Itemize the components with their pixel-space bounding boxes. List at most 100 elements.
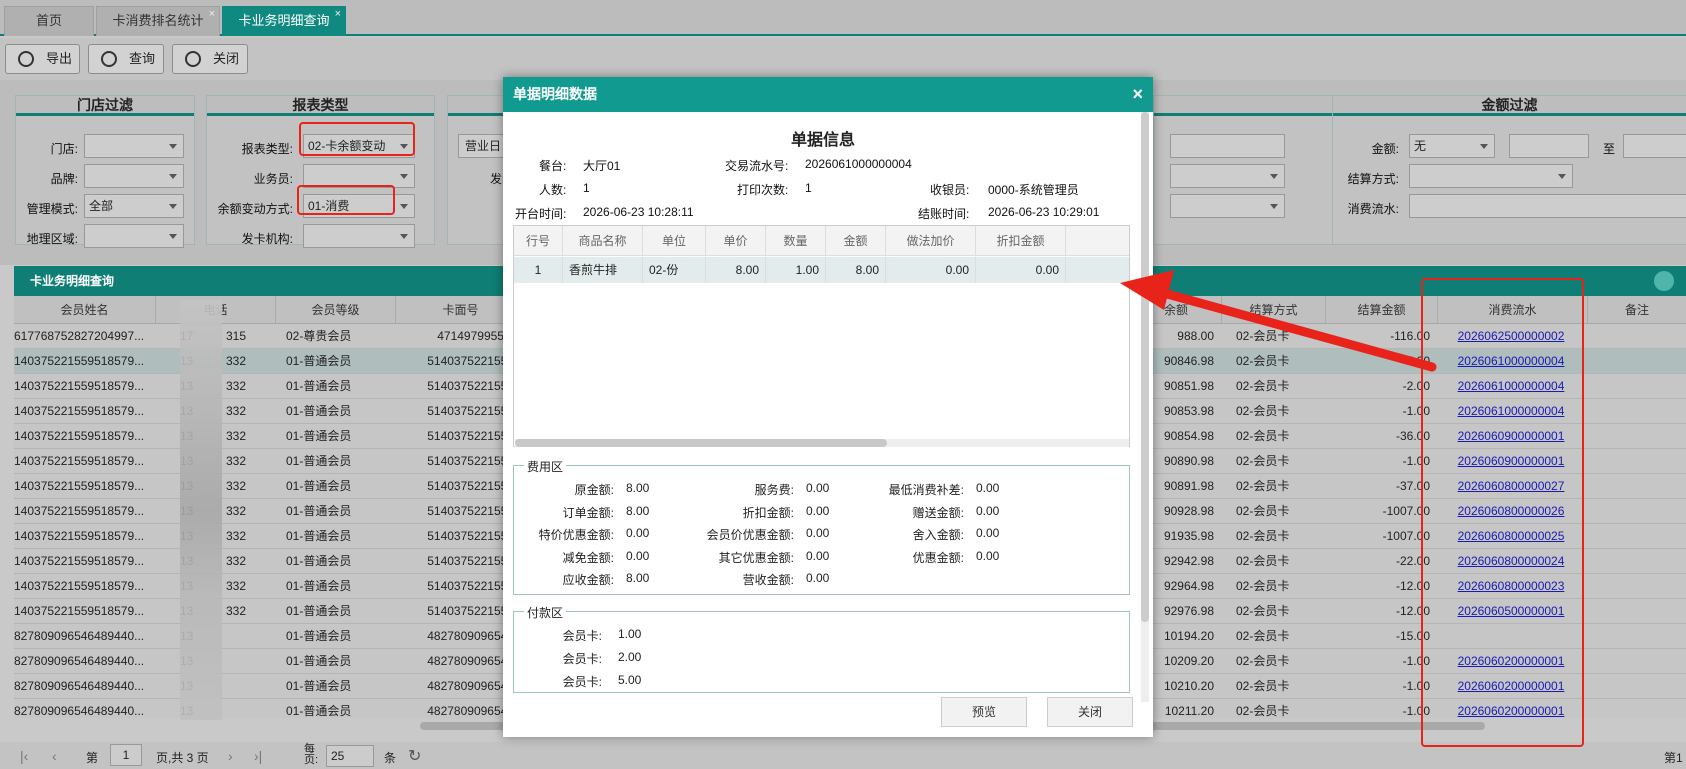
cell-phone-tail: 332	[226, 554, 247, 568]
cell-phone-tail: 332	[226, 579, 247, 593]
cell-phone-tail: 332	[226, 429, 247, 443]
report-type-title: 报表类型	[207, 96, 434, 116]
filter-select-b[interactable]	[1170, 194, 1285, 218]
tab-home[interactable]: 首页	[4, 6, 94, 36]
query-button[interactable]: 查询	[88, 44, 164, 74]
close-button[interactable]: 关闭	[172, 44, 248, 74]
cell-phone-tail: 332	[226, 379, 247, 393]
region-select[interactable]	[84, 224, 184, 248]
cell-settle-amount: -36.00	[1395, 429, 1430, 443]
annotation-box-change-mode	[297, 185, 395, 215]
amount-filter-title: 金额过滤	[1333, 96, 1686, 116]
filter-input[interactable]	[1170, 134, 1285, 158]
fee-value: 8.00	[626, 571, 650, 585]
fee-value: 0.00	[806, 571, 830, 585]
fee-value: 0.00	[976, 526, 1000, 540]
cell-settle-amount: -1.00	[1402, 454, 1430, 468]
modal-header: 单据明细数据 ×	[503, 77, 1153, 112]
preview-button[interactable]: 预览	[941, 697, 1027, 727]
col-header-member-name[interactable]: 会员姓名	[14, 296, 156, 324]
open-time: 2026-06-23 10:28:11	[583, 205, 694, 219]
issuer-select[interactable]	[303, 224, 415, 248]
fee-value: 0.00	[976, 481, 1000, 495]
cell-member-name: 140375221559518579...	[14, 354, 145, 368]
close-icon[interactable]: ×	[335, 0, 341, 28]
fee-area: 费用区 原金额: 8.00 服务费: 0.00 最低消费补差: 0.00 订单金额: 8.00…	[513, 458, 1130, 595]
modal-vertical-scrollbar[interactable]	[1141, 112, 1149, 702]
page-number-input[interactable]: 1	[110, 744, 142, 766]
next-page-icon[interactable]: ›	[228, 748, 233, 764]
cell-phone-tail: 332	[226, 479, 247, 493]
brand-select[interactable]	[84, 164, 184, 188]
toolbar: 导出 查询 关闭	[0, 38, 1686, 80]
fee-label: 赠送金额:	[912, 505, 964, 520]
fee-label: 服务费:	[754, 483, 794, 497]
report-type-box: 报表类型 报表类型: 02-卡余额变动 业务员: 余额变动方式: 01-消费 发…	[206, 95, 435, 248]
consumption-flow-input[interactable]	[1409, 194, 1686, 218]
cell-member-name: 140375221559518579...	[14, 554, 145, 568]
cell-settle-method: 02-会员卡	[1236, 429, 1290, 443]
cell-level: 01-普通会员	[286, 404, 352, 418]
cell-level: 01-普通会员	[286, 504, 352, 518]
cell-level: 01-普通会员	[286, 354, 352, 368]
tab-bar: 首页 卡消费排名统计 × 卡业务明细查询 ×	[0, 0, 1686, 36]
fee-label: 会员价优惠金额:	[706, 528, 794, 542]
item-grid: 行号 商品名称 单位 单价 数量 金额 做法加价 折扣金额 做 1 香煎牛排 0…	[513, 225, 1130, 447]
fee-label: 优惠金额:	[912, 550, 964, 565]
cell-settle-amount: -1007.00	[1382, 504, 1430, 518]
last-page-icon[interactable]: ›|	[254, 748, 262, 764]
page-total: 页,共 3 页	[156, 751, 209, 765]
store-filter-box: 门店过滤 门店: 品牌: 管理模式: 全部 地理区域:	[15, 95, 195, 248]
fee-label: 减免金额:	[562, 550, 614, 565]
cell-phone-tail	[226, 699, 266, 718]
amount-filter-box: 金额过滤 金额: 无 至 结算方式: 消费流水:	[1332, 95, 1686, 245]
close-icon[interactable]: ×	[1132, 77, 1143, 112]
prev-page-icon[interactable]: ‹	[52, 748, 57, 764]
page-size-select[interactable]: 25	[326, 745, 374, 767]
cell-level: 02-尊贵会员	[286, 329, 352, 343]
cell-member-name: 140375221559518579...	[14, 404, 145, 418]
fee-value: 0.00	[976, 503, 1000, 518]
collapse-icon[interactable]	[1654, 271, 1674, 291]
close-icon[interactable]: ×	[209, 0, 215, 28]
cell-settle-amount: -12.00	[1395, 579, 1430, 593]
first-page-icon[interactable]: |‹	[20, 748, 28, 764]
cell-member-name: 140375221559518579...	[14, 429, 145, 443]
col-header-remark[interactable]: 备注	[1588, 296, 1686, 324]
close-time: 2026-06-23 10:29:01	[988, 205, 1100, 219]
cell-settle-amount: -12.00	[1395, 604, 1430, 618]
col-header-level[interactable]: 会员等级	[276, 296, 396, 324]
table-value: 大厅01	[583, 159, 621, 173]
cell-phone-tail	[226, 674, 266, 699]
store-select[interactable]	[84, 134, 184, 158]
export-button[interactable]: 导出	[5, 44, 80, 74]
amount-mode-select[interactable]: 无	[1409, 134, 1495, 158]
fee-label: 订单金额:	[562, 505, 614, 520]
doc-title: 单据信息	[790, 132, 855, 149]
amount-min-input[interactable]	[1509, 134, 1589, 158]
cell-phone-tail	[226, 649, 266, 674]
item-grid-scrollbar[interactable]	[515, 439, 1129, 447]
cell-level: 01-普通会员	[286, 429, 352, 443]
fee-label: 舍入金额:	[912, 528, 964, 542]
cell-level: 01-普通会员	[286, 654, 352, 668]
settlement-select[interactable]	[1409, 164, 1573, 188]
cell-member-name: 827809096546489440...	[14, 704, 145, 718]
tab-card-consumption-ranking[interactable]: 卡消费排名统计 ×	[96, 6, 220, 36]
cell-settle-method: 02-会员卡	[1236, 654, 1290, 668]
management-mode-select[interactable]: 全部	[84, 194, 184, 218]
modal-close-button[interactable]: 关闭	[1047, 697, 1133, 727]
cell-settle-amount: -22.00	[1395, 554, 1430, 568]
cell-member-name: 140375221559518579...	[14, 529, 145, 543]
hidden-filter-box	[1153, 95, 1349, 245]
filter-select-a[interactable]	[1170, 164, 1285, 188]
cell-phone-tail	[226, 624, 266, 649]
fee-label: 应收金额:	[562, 573, 614, 587]
tab-card-business-detail[interactable]: 卡业务明细查询 ×	[222, 6, 346, 36]
refresh-icon	[101, 51, 117, 67]
cell-settle-amount: -1007.00	[1382, 529, 1430, 543]
item-name[interactable]: 香煎牛排	[563, 257, 643, 283]
amount-max-input[interactable]	[1623, 134, 1686, 158]
cell-member-name: 140375221559518579...	[14, 579, 145, 593]
refresh-icon[interactable]: ↻	[408, 746, 421, 766]
